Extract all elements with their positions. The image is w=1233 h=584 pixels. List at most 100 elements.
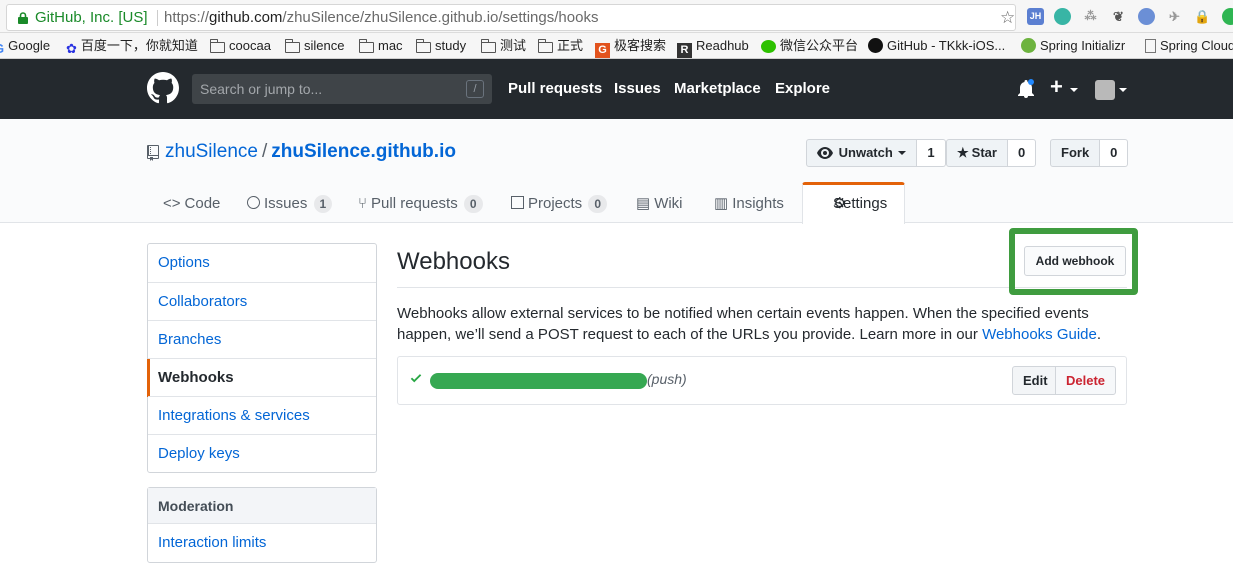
extension-lock-icon[interactable]: 🔒	[1194, 8, 1211, 25]
fork-group: Fork 0	[1050, 139, 1129, 167]
menu-item-integrations[interactable]: Integrations & services	[148, 396, 376, 434]
fork-button[interactable]: Fork	[1050, 139, 1101, 167]
bookmark-folder-coocaa[interactable]: coocaa	[210, 37, 271, 55]
delete-button[interactable]: Delete	[1055, 366, 1117, 395]
bookmark-github-tkkk[interactable]: GitHub - TKkk-iOS...	[868, 37, 1005, 55]
bookmark-wechat[interactable]: 微信公众平台	[761, 37, 858, 55]
github-logo-icon[interactable]	[147, 72, 179, 104]
check-icon	[410, 374, 422, 383]
menu-item-deploy-keys[interactable]: Deploy keys	[148, 434, 376, 472]
folder-icon	[359, 39, 374, 53]
menu-item-branches[interactable]: Branches	[148, 320, 376, 358]
tab-wiki[interactable]: ▤ Wiki	[636, 185, 683, 223]
bookmark-folder-silence[interactable]: silence	[285, 37, 344, 55]
bookmark-readhub[interactable]: R Readhub	[677, 37, 749, 58]
extension-translate-icon[interactable]	[1138, 8, 1155, 25]
menu-item-options[interactable]: Options	[148, 244, 376, 282]
issue-icon	[247, 196, 260, 209]
repo-owner-link[interactable]: zhuSilence	[165, 141, 258, 162]
bookmarks-bar: GGoogle ✿百度一下，你就知道 coocaa silence mac st…	[0, 33, 1233, 59]
chevron-down-icon	[1070, 88, 1078, 92]
code-icon: <>	[163, 195, 181, 212]
settings-menu: Options Collaborators Branches Webhooks …	[147, 243, 377, 473]
repo-icon	[147, 145, 159, 161]
bookmark-folder-test[interactable]: 测试	[481, 37, 526, 55]
search-shortcut-key: /	[466, 80, 484, 98]
tab-insights[interactable]: ▥ Insights	[714, 185, 784, 223]
repo-title: zhuSilence / zhuSilence.github.io	[165, 141, 456, 162]
bookmark-folder-study[interactable]: study	[416, 37, 466, 55]
bookmark-folder-prod[interactable]: 正式	[538, 37, 583, 55]
bookmark-star-icon[interactable]: ☆	[1000, 5, 1015, 30]
nav-issues[interactable]: Issues	[614, 59, 661, 119]
star-icon: ★	[957, 145, 969, 160]
url-separator	[157, 10, 158, 26]
github-header: Search or jump to... / Pull requests Iss…	[0, 59, 1233, 119]
nav-marketplace[interactable]: Marketplace	[674, 59, 761, 119]
chevron-down-icon	[898, 151, 907, 155]
folder-icon	[538, 39, 553, 53]
repo-header: zhuSilence / zhuSilence.github.io Unwatch …	[0, 119, 1233, 224]
tab-settings[interactable]: ⚙ Settings	[802, 182, 905, 224]
bookmark-spring-cloud[interactable]: Spring Cloud	[1145, 37, 1233, 55]
watch-group: Unwatch 1	[806, 139, 946, 167]
menu-item-interaction-limits[interactable]: Interaction limits	[148, 524, 376, 562]
bookmark-baidu[interactable]: ✿ 百度一下，你就知道	[66, 37, 198, 56]
projects-count: 0	[588, 195, 608, 213]
pull-request-icon: ⑂	[358, 195, 368, 212]
webhooks-guide-link[interactable]: Webhooks Guide	[982, 326, 1097, 343]
wiki-icon: ▤	[636, 195, 651, 212]
create-new-button[interactable]: +	[1050, 74, 1063, 100]
unwatch-button[interactable]: Unwatch	[806, 139, 918, 167]
issues-count: 1	[313, 195, 333, 213]
folder-icon	[416, 39, 431, 53]
repo-name-link[interactable]: zhuSilence.github.io	[271, 141, 456, 162]
extension-send-icon[interactable]: ✈	[1166, 8, 1183, 25]
eye-icon	[817, 147, 833, 159]
url-text[interactable]: https://github.com/zhuSilence/zhuSilence…	[164, 5, 598, 30]
watch-count[interactable]: 1	[917, 139, 946, 167]
browser-toolbar: GitHub, Inc. [US] https://github.com/zhu…	[0, 0, 1233, 33]
lock-icon	[18, 12, 28, 24]
menu-item-webhooks[interactable]: Webhooks	[147, 358, 376, 397]
bookmark-google[interactable]: GGoogle	[0, 37, 50, 56]
graph-icon: ▥	[714, 195, 729, 212]
tab-issues[interactable]: Issues 1	[247, 185, 333, 223]
address-bar[interactable]: GitHub, Inc. [US] https://github.com/zhu…	[6, 4, 1016, 31]
edit-button[interactable]: Edit	[1012, 366, 1059, 395]
extension-m-icon[interactable]	[1054, 8, 1071, 25]
extension-grammarly-icon[interactable]	[1222, 8, 1233, 25]
folder-icon	[481, 39, 496, 53]
pull-requests-count: 0	[463, 195, 483, 213]
tab-code[interactable]: <> Code	[163, 185, 220, 223]
webhook-row: (push) Edit Delete	[397, 356, 1127, 405]
tab-pull-requests[interactable]: ⑂ Pull requests 0	[358, 185, 483, 223]
bookmark-folder-mac[interactable]: mac	[359, 37, 403, 55]
bookmark-geek-search[interactable]: G 极客搜索	[595, 37, 666, 58]
star-count[interactable]: 0	[1007, 139, 1037, 167]
extension-jh-icon[interactable]: JH	[1027, 8, 1044, 25]
fork-count[interactable]: 0	[1100, 139, 1129, 167]
menu-item-collaborators[interactable]: Collaborators	[148, 282, 376, 320]
avatar[interactable]	[1095, 80, 1115, 100]
folder-icon	[285, 39, 300, 53]
extension-tree-icon[interactable]: ⁂	[1082, 8, 1099, 25]
webhook-event: (push)	[647, 371, 687, 387]
webhook-url-redacted[interactable]	[430, 373, 647, 389]
extension-evernote-icon[interactable]: ❦	[1110, 8, 1127, 25]
webhooks-description: Webhooks allow external services to be n…	[397, 305, 1102, 343]
bell-icon[interactable]	[1018, 79, 1034, 99]
star-button[interactable]: ★ Star	[946, 139, 1008, 167]
nav-pull-requests[interactable]: Pull requests	[508, 59, 602, 119]
project-icon	[511, 196, 524, 209]
chevron-down-icon	[1119, 88, 1127, 92]
tab-projects[interactable]: Projects 0	[511, 185, 608, 223]
moderation-heading: Moderation	[148, 488, 376, 524]
bookmark-spring-initializr[interactable]: Spring Initializr	[1021, 37, 1125, 55]
folder-icon	[210, 39, 225, 53]
moderation-menu: Moderation Interaction limits	[147, 487, 377, 563]
add-webhook-button[interactable]: Add webhook	[1024, 246, 1126, 276]
search-input[interactable]: Search or jump to... /	[192, 74, 492, 104]
secure-label: GitHub, Inc. [US]	[35, 9, 148, 26]
nav-explore[interactable]: Explore	[775, 59, 830, 119]
